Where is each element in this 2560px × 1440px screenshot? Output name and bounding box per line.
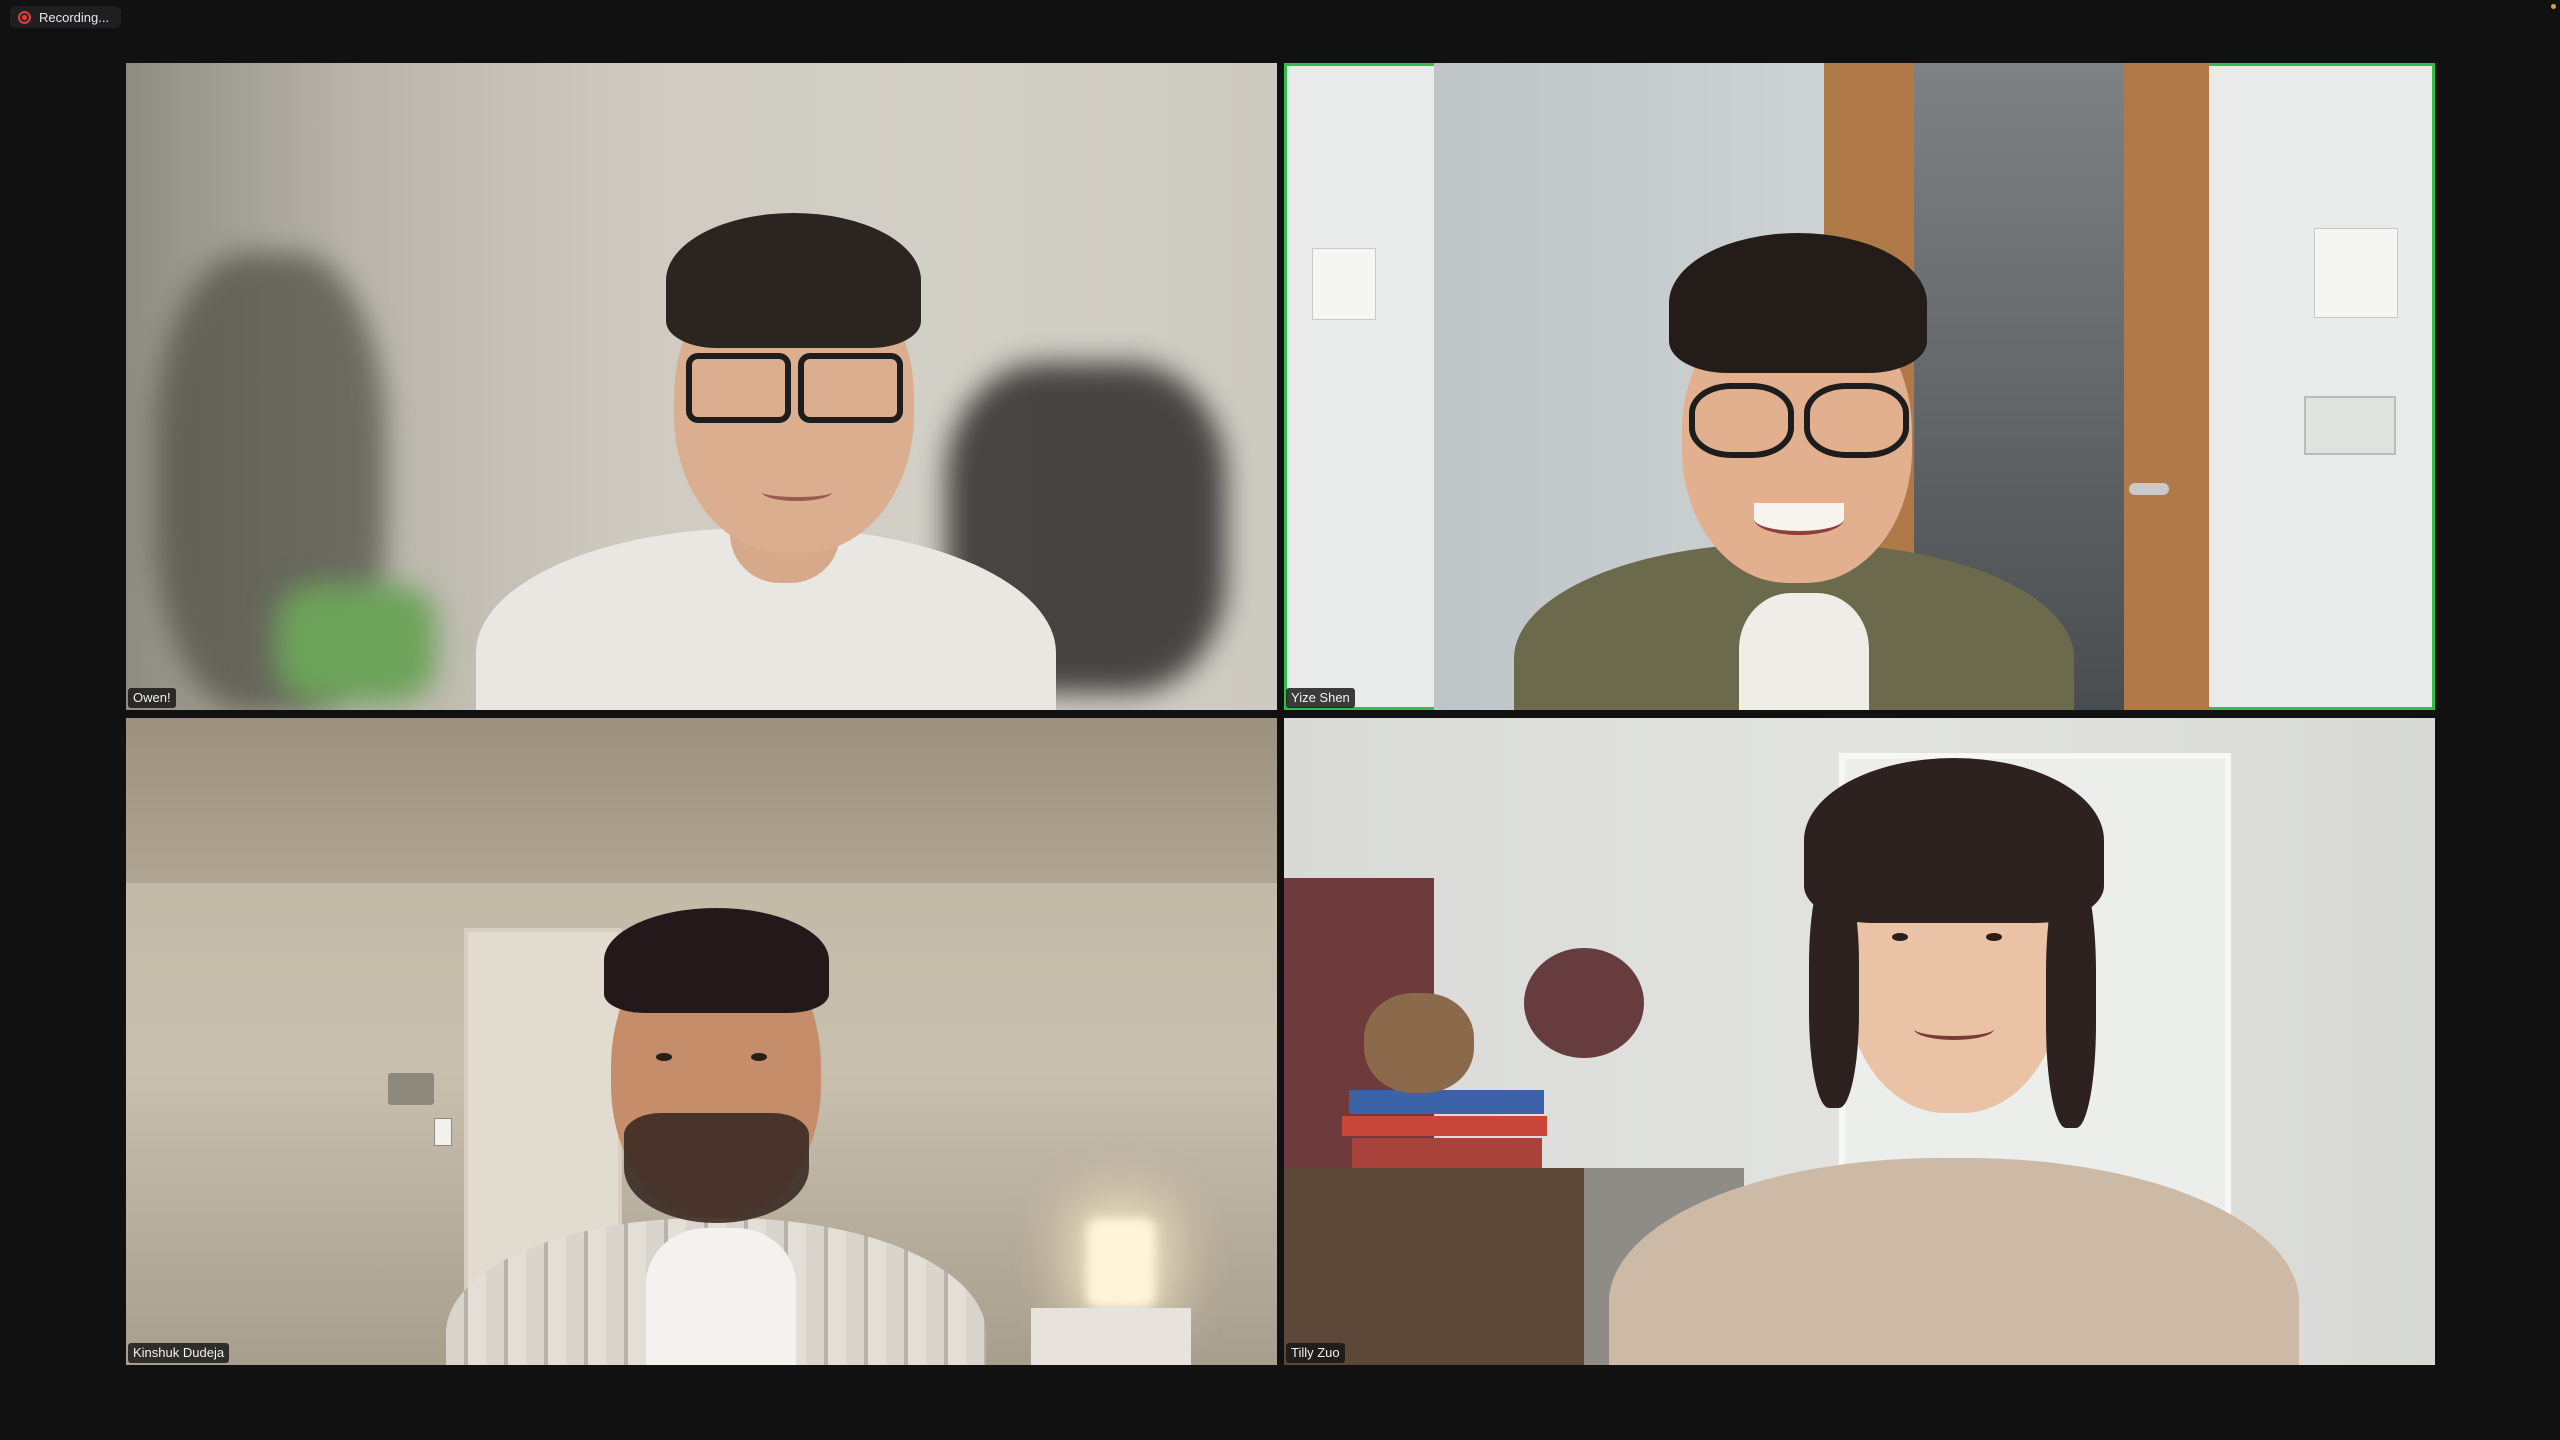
- teeth-smile: [1754, 503, 1844, 535]
- book-stack-blue: [1349, 1090, 1544, 1114]
- beard: [624, 1113, 809, 1223]
- hair-strand-right: [2046, 868, 2096, 1128]
- glasses-left: [1689, 383, 1794, 458]
- nightstand: [1031, 1308, 1191, 1365]
- participant-name-tag: Yize Shen: [1286, 688, 1355, 708]
- thermostat-icon: [388, 1073, 434, 1105]
- participant-name-tag: Kinshuk Dudeja: [128, 1343, 230, 1363]
- room-sign-left: [1312, 248, 1376, 320]
- participant-hair: [604, 908, 829, 1013]
- background-green-object: [276, 583, 436, 703]
- mouth: [762, 483, 832, 501]
- meeting-window: Recording... Owen! Yize Shen Kinshuk Dud…: [0, 0, 2560, 1440]
- shirt: [646, 1228, 796, 1365]
- glasses-left: [686, 353, 791, 423]
- light-switch-icon: [434, 1118, 452, 1146]
- teddy-bear: [1364, 993, 1474, 1093]
- recording-icon: [18, 10, 31, 24]
- video-tile-owen[interactable]: Owen!: [126, 63, 1277, 710]
- door-frame-right: [2124, 63, 2209, 710]
- eye-right: [751, 1053, 767, 1061]
- video-tile-kinshuk-dudeja[interactable]: Kinshuk Dudeja: [126, 718, 1277, 1365]
- lamp-glow: [1086, 1218, 1156, 1308]
- eye-right: [1986, 933, 2002, 941]
- room-sign-right: [2314, 228, 2398, 318]
- video-tile-tilly-zuo[interactable]: Tilly Zuo: [1284, 718, 2435, 1365]
- glasses-right: [798, 353, 903, 423]
- door-handle-icon: [2129, 483, 2169, 495]
- participant-hair: [1669, 233, 1927, 373]
- wall-panel-device: [2304, 396, 2396, 455]
- flower-vase: [1524, 948, 1644, 1058]
- hair-strand-left: [1809, 868, 1859, 1108]
- recording-indicator[interactable]: Recording...: [10, 6, 122, 28]
- eye-left: [1892, 933, 1908, 941]
- participant-name-tag: Tilly Zuo: [1286, 1343, 1345, 1363]
- video-tile-yize-shen[interactable]: Yize Shen: [1284, 63, 2435, 710]
- status-dot-icon: [2551, 4, 2556, 9]
- shirt: [1739, 593, 1869, 710]
- participant-name-tag: Owen!: [128, 688, 176, 708]
- book-stack-dark-red: [1352, 1138, 1542, 1168]
- book-stack-red: [1342, 1116, 1547, 1136]
- participant-hair: [666, 213, 921, 348]
- mouth: [1914, 1018, 1994, 1040]
- recording-label: Recording...: [39, 9, 110, 25]
- glasses-right: [1804, 383, 1909, 458]
- ceiling: [126, 718, 1277, 883]
- eye-left: [656, 1053, 672, 1061]
